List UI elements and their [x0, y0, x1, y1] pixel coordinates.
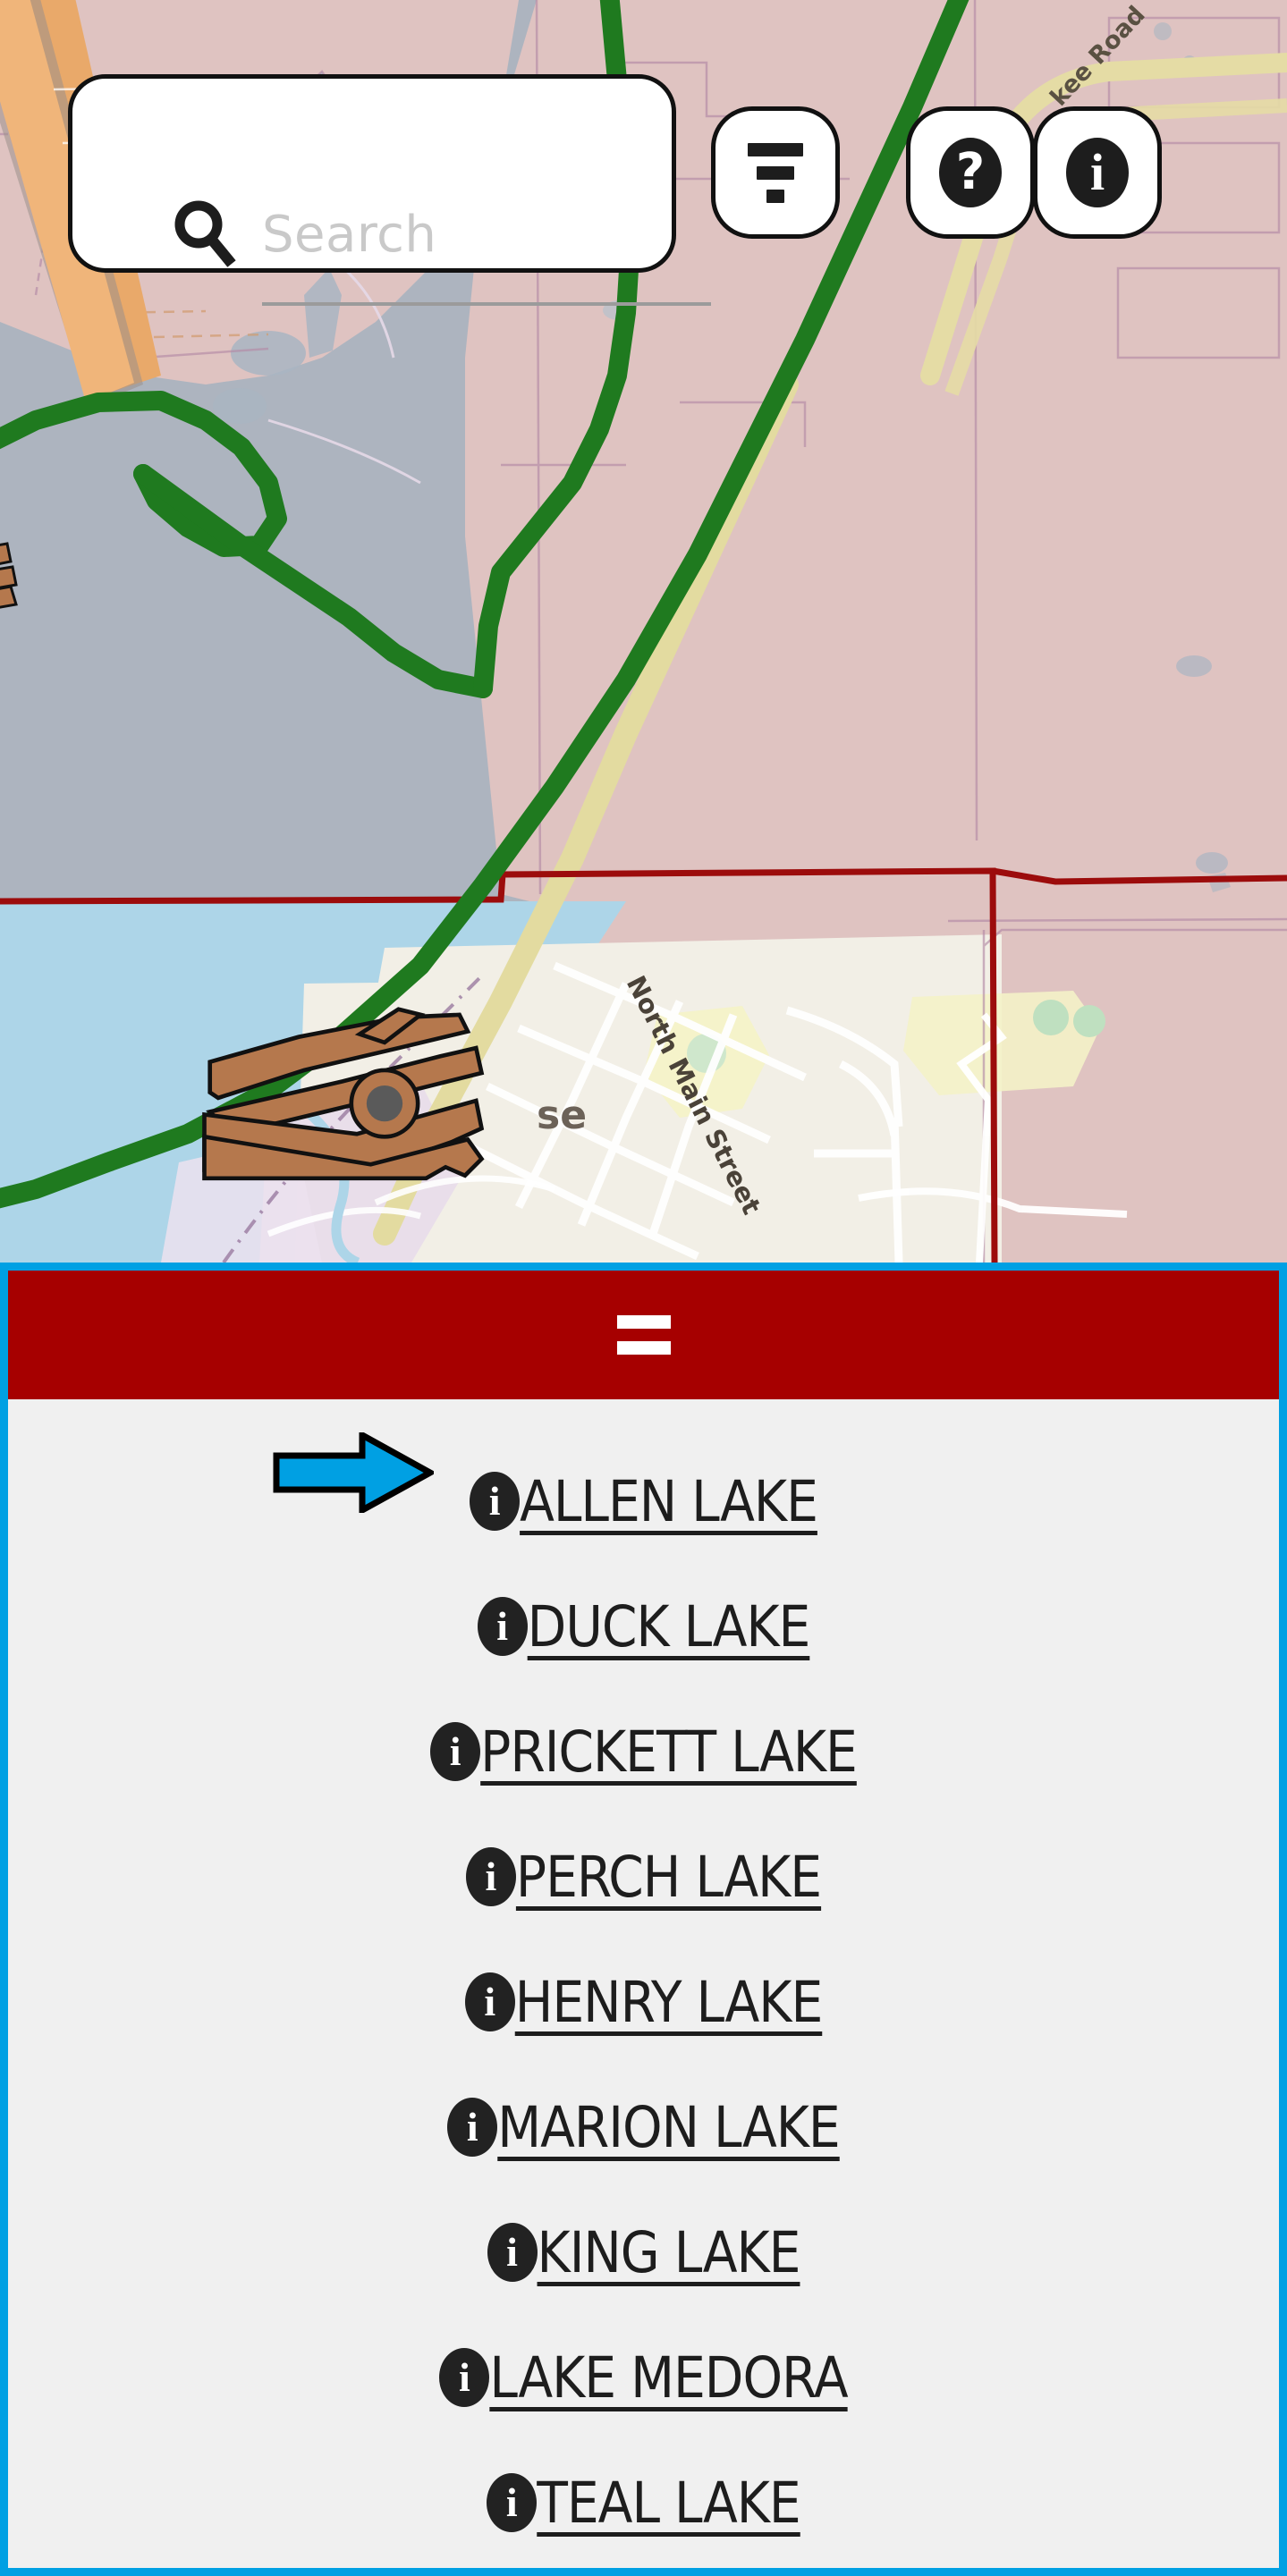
app-root: North Main Street kee Road se Search ? i… [0, 0, 1287, 2576]
filter-icon [748, 142, 803, 203]
search-bar[interactable]: Search [68, 74, 711, 306]
list-item[interactable]: i KING LAKE [8, 2190, 1279, 2315]
lake-link[interactable]: i LAKE MEDORA [439, 2345, 849, 2411]
drag-handle-icon [616, 1315, 671, 1355]
lake-link[interactable]: i ALLEN LAKE [470, 1469, 818, 1534]
list-item[interactable]: i PRICKETT LAKE [8, 1689, 1279, 1814]
search-icon [174, 200, 236, 267]
search-placeholder: Search [262, 206, 437, 264]
info-icon[interactable]: i [439, 2348, 490, 2407]
info-icon[interactable]: i [487, 2473, 538, 2532]
info-button[interactable]: i [1033, 106, 1162, 239]
list-item[interactable]: i PERCH LAKE [8, 1814, 1279, 1939]
help-icon: ? [939, 138, 1002, 207]
list-item[interactable]: i LAKE MEDORA [8, 2315, 1279, 2440]
panel-drag-header[interactable] [8, 1271, 1279, 1399]
lake-name[interactable]: HENRY LAKE [515, 1970, 824, 2035]
place-label-partial: se [537, 1093, 587, 1138]
list-item[interactable]: i ALLEN LAKE [8, 1439, 1279, 1564]
lake-link[interactable]: i KING LAKE [487, 2220, 800, 2285]
search-input[interactable]: Search [262, 200, 638, 308]
lake-link[interactable]: i MARION LAKE [447, 2095, 841, 2160]
search-underline [262, 302, 711, 306]
lake-name[interactable]: PRICKETT LAKE [480, 1719, 858, 1785]
lake-link[interactable]: i PERCH LAKE [465, 1845, 822, 1910]
filter-button[interactable] [711, 106, 840, 239]
lake-name[interactable]: PERCH LAKE [516, 1845, 822, 1910]
help-button[interactable]: ? [906, 106, 1035, 239]
list-item[interactable]: i TEAL LAKE [8, 2440, 1279, 2565]
lake-list-panel-inner: i ALLEN LAKE i DUCK LAKE i PRICKETT LAKE [8, 1271, 1279, 2568]
lake-name[interactable]: LAKE MEDORA [489, 2345, 848, 2411]
info-icon: i [1066, 138, 1129, 207]
list-item[interactable]: i HENRY LAKE [8, 1939, 1279, 2065]
list-item[interactable]: i DUCK LAKE [8, 1564, 1279, 1689]
lake-name[interactable]: DUCK LAKE [528, 1594, 811, 1660]
lake-name[interactable]: ALLEN LAKE [520, 1469, 818, 1534]
info-icon[interactable]: i [447, 2098, 498, 2157]
info-icon[interactable]: i [487, 2223, 538, 2282]
lake-list: i ALLEN LAKE i DUCK LAKE i PRICKETT LAKE [8, 1399, 1279, 2565]
info-icon[interactable]: i [430, 1722, 481, 1781]
lake-link[interactable]: i PRICKETT LAKE [430, 1719, 858, 1785]
info-icon[interactable]: i [470, 1472, 521, 1531]
lake-link[interactable]: i DUCK LAKE [477, 1594, 811, 1660]
info-icon[interactable]: i [477, 1597, 528, 1656]
info-icon[interactable]: i [465, 1847, 516, 1906]
lake-list-panel: i ALLEN LAKE i DUCK LAKE i PRICKETT LAKE [0, 1263, 1287, 2576]
lake-link[interactable]: i HENRY LAKE [464, 1970, 824, 2035]
info-icon[interactable]: i [464, 1972, 515, 2031]
lake-name[interactable]: TEAL LAKE [537, 2470, 800, 2536]
lake-link[interactable]: i TEAL LAKE [487, 2470, 801, 2536]
lake-name[interactable]: KING LAKE [538, 2220, 801, 2285]
list-item[interactable]: i MARION LAKE [8, 2065, 1279, 2190]
lake-name[interactable]: MARION LAKE [497, 2095, 840, 2160]
